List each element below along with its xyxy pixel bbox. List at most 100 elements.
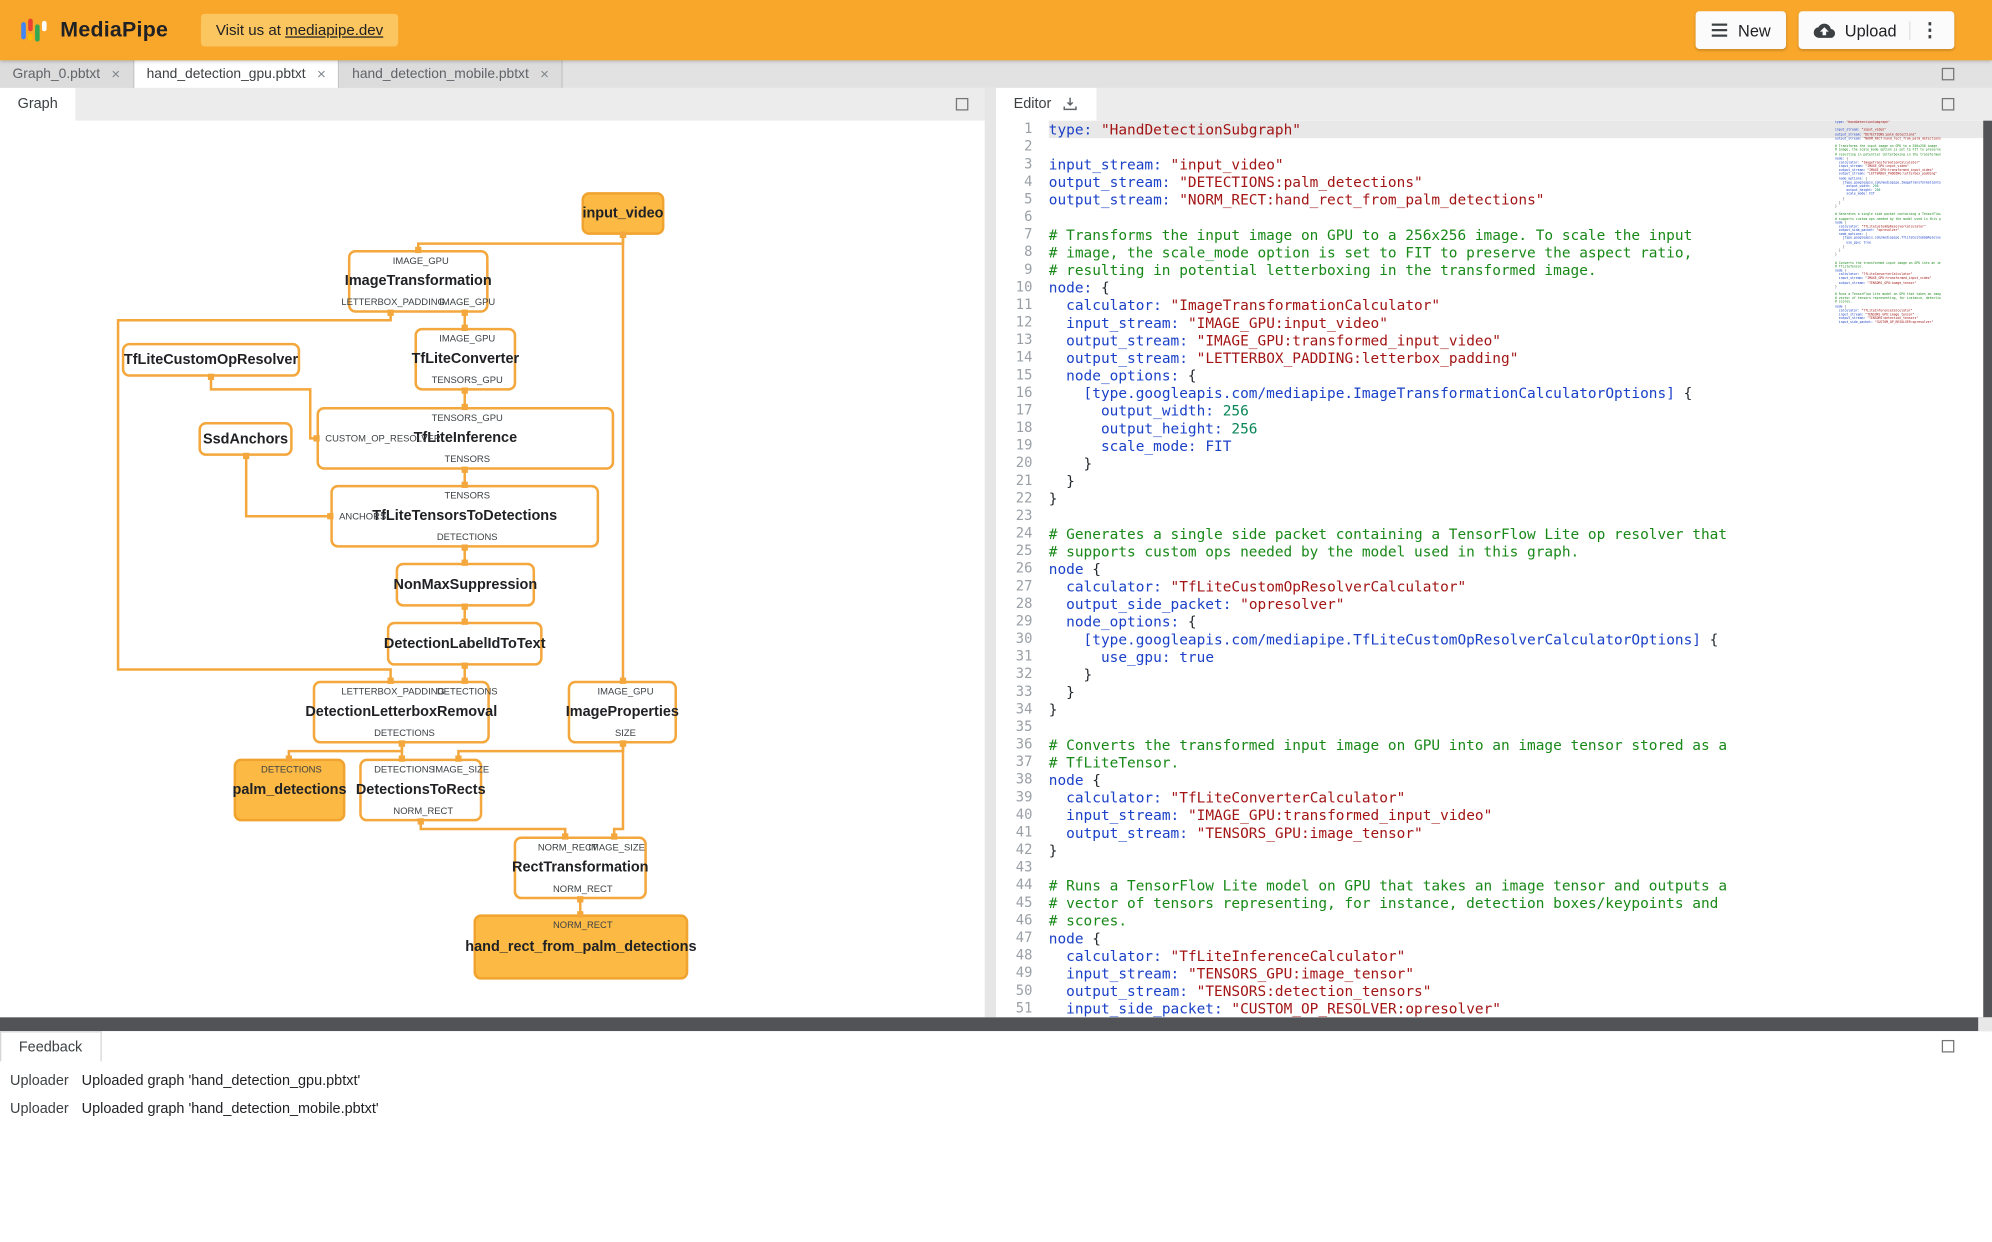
close-tab-icon[interactable]: × (540, 67, 549, 82)
graph-node-tflite-converter[interactable]: TfLiteConverter IMAGE_GPU TENSORS_GPU (412, 327, 519, 391)
graph-node-detection-letterbox-removal[interactable]: DetectionLetterboxRemoval LETTERBOX_PADDI… (305, 680, 498, 744)
maximize-graph-icon[interactable] (955, 97, 969, 111)
file-tab[interactable]: Graph_0.pbtxt × (0, 60, 135, 88)
port-label: IMAGE_SIZE (588, 841, 645, 853)
feedback-row: Uploader Uploaded graph 'hand_detection_m… (0, 1095, 1992, 1123)
app: MediaPipe Visit us at mediapipe.dev New … (0, 0, 1992, 1242)
mediapipe-logo-icon (20, 16, 48, 44)
graph-node-tflite-custom-op-resolver[interactable]: TfLiteCustomOpResolver (121, 342, 301, 377)
feedback-tab[interactable]: Feedback (0, 1031, 102, 1062)
app-title: MediaPipe (60, 17, 169, 42)
code-editor[interactable]: 1 2 3 4 5 6 7 8 9 10 11 12 13 14 15 16 17 18 19 20 21 22 23 24 2… (996, 120, 1992, 1018)
port-label: DETECTIONS (436, 531, 498, 543)
maximize-tabs-icon[interactable] (1941, 67, 1955, 81)
editor-panel: Editor 1 2 3 4 5 6 7 8 9 10 11 12 13 14 15 16 17 18 19 20 21… (996, 87, 1992, 1018)
visit-us-label: Visit us at (215, 21, 281, 39)
visit-us-chip[interactable]: Visit us at mediapipe.dev (200, 13, 399, 47)
close-tab-icon[interactable]: × (111, 67, 120, 82)
node-label: DetectionsToRects (355, 782, 486, 798)
maximize-feedback-icon[interactable] (1941, 1039, 1955, 1053)
graph-node-hand-rect-from-palm-detections[interactable]: hand_rect_from_palm_detections NORM_RECT (465, 914, 696, 980)
graph-node-input-video[interactable]: input_video (581, 192, 665, 235)
feedback-panel: Feedback Uploader Uploaded graph 'hand_de… (0, 1031, 1992, 1242)
port-label: IMAGE_GPU (597, 685, 654, 698)
port-label: LETTERBOX_PADDING (341, 296, 445, 308)
graph-canvas[interactable]: input_video ImageTransformation IMAGE_GPU L… (0, 120, 985, 1018)
port-label: DETECTIONS (374, 727, 435, 739)
feedback-message: Uploaded graph 'hand_detection_gpu.pbtxt… (81, 1073, 361, 1089)
node-label: NonMaxSuppression (393, 577, 538, 593)
port-label: IMAGE_GPU (392, 254, 449, 267)
upload-button[interactable]: Upload ⋮ (1798, 11, 1955, 49)
main-area: Graph input_video ImageTransformation IMAG… (0, 87, 1992, 1018)
upload-button-label: Upload (1844, 20, 1897, 40)
port-label: IMAGE_GPU (439, 296, 496, 308)
port-label: LETTERBOX_PADDING (341, 685, 445, 698)
minimap[interactable]: type: "HandDetectionSubgraph" input_stre… (1835, 121, 1941, 325)
graph-node-tflite-inference[interactable]: TfLiteInference TENSORS_GPU CUSTOM_OP_RESO… (316, 406, 615, 470)
kebab-menu-icon[interactable]: ⋮ (1909, 21, 1939, 40)
graph-node-image-properties[interactable]: ImageProperties IMAGE_GPU SIZE (565, 680, 679, 744)
graph-node-ssd-anchors[interactable]: SsdAnchors (198, 422, 293, 456)
graph-tab[interactable]: Graph (0, 87, 76, 121)
graph-panel: Graph input_video ImageTransformation IMAG… (0, 87, 985, 1018)
node-label: TfLiteConverter (411, 351, 520, 367)
close-tab-icon[interactable]: × (317, 67, 326, 82)
graph-node-palm-detections[interactable]: palm_detections DETECTIONS (232, 758, 347, 822)
file-tab[interactable]: hand_detection_mobile.pbtxt × (339, 60, 563, 88)
port-label: DETECTIONS (261, 763, 322, 775)
port-label: TENSORS_GPU (431, 411, 503, 424)
node-label: ImageProperties (565, 704, 679, 720)
port-label: NORM_RECT (393, 805, 454, 817)
feedback-header: Feedback (0, 1031, 1992, 1062)
mediapipe-dev-link[interactable]: mediapipe.dev (285, 21, 383, 39)
port-label: NORM_RECT (552, 882, 613, 895)
port-label: TENSORS (444, 453, 491, 465)
editor-panel-header: Editor (996, 87, 1992, 121)
feedback-row: Uploader Uploaded graph 'hand_detection_g… (0, 1068, 1992, 1096)
graph-tab-label: Graph (17, 96, 58, 112)
panel-divider (985, 88, 996, 1017)
editor-tab-label: Editor (1013, 96, 1052, 112)
scrollbar-corner (1978, 1017, 1992, 1032)
graph-node-rect-transformation[interactable]: RectTransformation NORM_RECT IMAGE_SIZE NOR… (512, 836, 649, 900)
port-label: DETECTIONS (374, 763, 435, 775)
header-actions: New Upload ⋮ (1695, 11, 1992, 49)
file-tab[interactable]: hand_detection_gpu.pbtxt × (134, 60, 340, 88)
feedback-tab-label: Feedback (18, 1039, 83, 1055)
maximize-editor-icon[interactable] (1941, 97, 1955, 111)
port-label: TENSORS (444, 489, 491, 502)
graph-node-detections-to-rects[interactable]: DetectionsToRects DETECTIONS IMAGE_SIZE NOR… (356, 758, 489, 822)
port-label: DETECTIONS (436, 685, 498, 698)
port-label: IMAGE_SIZE (432, 763, 490, 775)
node-label: DetectionLetterboxRemoval (305, 704, 498, 720)
file-tab-label: Graph_0.pbtxt (12, 66, 101, 82)
graph-node-image-transformation[interactable]: ImageTransformation IMAGE_GPU LETTERBOX_PA… (341, 249, 495, 313)
new-button[interactable]: New (1695, 11, 1786, 49)
node-label: DetectionLabelIdToText (383, 636, 546, 652)
node-label: input_video (582, 205, 664, 222)
node-label: palm_detections (232, 782, 347, 798)
node-label: TfLiteCustomOpResolver (123, 352, 299, 368)
new-button-label: New (1738, 20, 1771, 40)
port-label: NORM_RECT (552, 919, 613, 931)
upload-cloud-icon (1813, 19, 1835, 40)
graph-node-detection-label-id-to-text[interactable]: DetectionLabelIdToText (383, 621, 546, 666)
editor-vertical-scrollbar[interactable] (1983, 120, 1992, 1018)
graph-node-tflite-tensors-to-detections[interactable]: TfLiteTensorsToDetections TENSORS ANCHORS D… (330, 484, 600, 548)
app-header: MediaPipe Visit us at mediapipe.dev New … (0, 0, 1992, 61)
node-label: SsdAnchors (203, 431, 289, 447)
graph-node-non-max-suppression[interactable]: NonMaxSuppression (393, 562, 538, 607)
line-numbers: 1 2 3 4 5 6 7 8 9 10 11 12 13 14 15 16 17 18 19 20 21 22 23 24 2… (1015, 120, 1033, 1017)
download-icon[interactable] (1061, 95, 1079, 113)
editor-tab[interactable]: Editor (996, 87, 1097, 121)
file-tab-label: hand_detection_gpu.pbtxt (146, 66, 306, 82)
feedback-message: Uploaded graph 'hand_detection_mobile.pb… (81, 1101, 379, 1117)
port-label: SIZE (615, 727, 636, 739)
horizontal-scrollbar[interactable] (0, 1017, 1992, 1032)
node-label: TfLiteTensorsToDetections (372, 508, 558, 524)
file-tab-strip: Graph_0.pbtxt × hand_detection_gpu.pbtxt × h… (0, 60, 1992, 88)
feedback-source: Uploader (10, 1073, 69, 1089)
node-label: RectTransformation (512, 860, 649, 876)
graph-panel-header: Graph (0, 87, 985, 121)
